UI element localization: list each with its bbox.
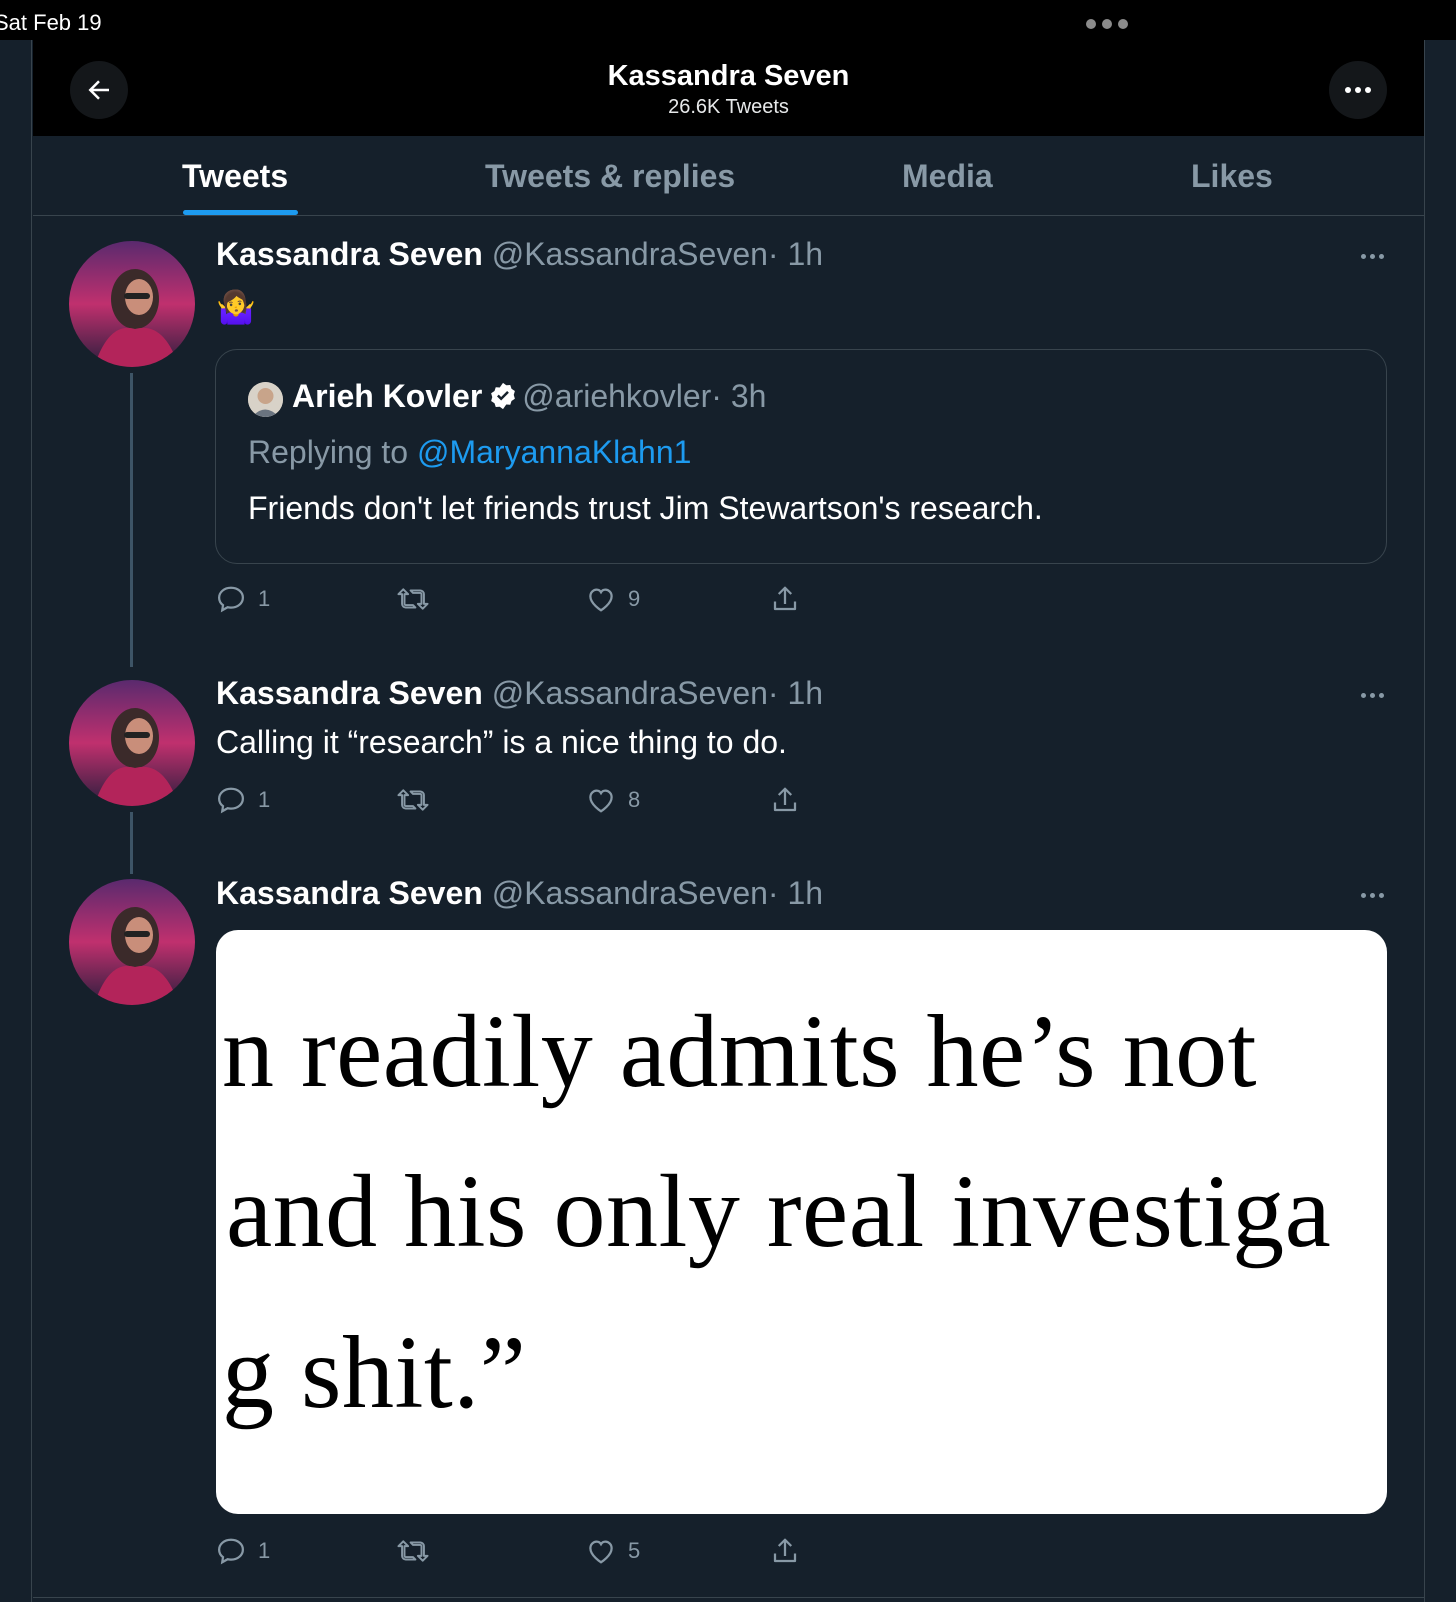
replying-to-mention[interactable]: @MaryannaKlahn1	[417, 434, 691, 470]
author-handle[interactable]: @KassandraSeven	[492, 875, 768, 911]
image-text-line: g shit.”	[222, 1315, 527, 1430]
tab-likes[interactable]: Likes	[1191, 158, 1273, 195]
reply-button[interactable]: 1	[216, 785, 270, 815]
more-icon	[1345, 87, 1371, 93]
profile-name-title: Kassandra Seven	[607, 60, 850, 92]
tweet-text: Calling it “research” is a nice thing to…	[216, 724, 787, 760]
author-handle[interactable]: @KassandraSeven	[492, 675, 768, 711]
tweet-header: Kassandra Seven @KassandraSeven· 1h	[216, 875, 823, 912]
divider	[33, 1597, 1424, 1598]
tab-tweets-replies[interactable]: Tweets & replies	[485, 158, 735, 195]
profile-page: Sat Feb 19 Kassandra Seven 26.6K Tweets …	[0, 0, 1456, 1602]
reply-count: 1	[258, 787, 271, 812]
share-icon	[773, 787, 797, 812]
share-button[interactable]	[770, 584, 800, 614]
share-icon	[773, 1538, 797, 1563]
avatar[interactable]	[69, 879, 195, 1005]
multitask-handle[interactable]	[1086, 19, 1128, 29]
left-gutter	[0, 0, 32, 1602]
quote-author-name: Arieh Kovler	[292, 378, 483, 414]
profile-header: Kassandra Seven 26.6K Tweets	[33, 40, 1424, 136]
reply-icon	[217, 787, 245, 814]
retweet-button[interactable]	[396, 584, 442, 614]
quote-avatar	[248, 382, 283, 417]
author-name[interactable]: Kassandra Seven	[216, 236, 483, 272]
tweet-time[interactable]: · 1h	[768, 236, 823, 272]
replying-to: Replying to @MaryannaKlahn1	[248, 434, 691, 471]
avatar[interactable]	[69, 241, 195, 367]
retweet-button[interactable]	[396, 785, 442, 815]
like-button[interactable]: 5	[586, 1536, 640, 1566]
quoted-tweet[interactable]: Arieh Kovler @ariehkovler· 3h Replying to…	[215, 349, 1387, 564]
quote-text: Friends don't let friends trust Jim Stew…	[248, 490, 1043, 526]
tweet-actions: 1 8	[216, 785, 816, 825]
like-count: 9	[628, 586, 641, 611]
image-text-line: n readily admits he’s not	[222, 994, 1257, 1109]
quote-header: Arieh Kovler @ariehkovler· 3h	[292, 378, 766, 415]
like-button[interactable]: 9	[586, 584, 640, 614]
author-name[interactable]: Kassandra Seven	[216, 675, 483, 711]
quote-author-handle: @ariehkovler	[522, 378, 712, 414]
image-text-line: and his only real investiga	[226, 1154, 1332, 1269]
reply-count: 1	[258, 586, 271, 611]
retweet-button[interactable]	[396, 1536, 442, 1566]
replying-to-label: Replying to	[248, 434, 417, 470]
status-time: Sat Feb 19	[0, 10, 102, 35]
tweet-actions: 1 9	[216, 584, 816, 624]
profile-tabs: Tweets Tweets & replies Media Likes	[33, 136, 1424, 216]
tweet-more-icon[interactable]	[1352, 685, 1392, 705]
reply-icon	[217, 1538, 245, 1565]
like-count: 5	[628, 1538, 641, 1563]
tweet-image[interactable]: n readily admits he’s not and his only r…	[216, 930, 1387, 1514]
share-icon	[773, 586, 797, 611]
share-button[interactable]	[770, 1536, 800, 1566]
tweet-more-icon[interactable]	[1352, 885, 1392, 905]
tweet-time[interactable]: · 1h	[768, 875, 823, 911]
tweet-header: Kassandra Seven @KassandraSeven· 1h	[216, 675, 823, 712]
right-gutter	[1424, 0, 1456, 1602]
more-options-button[interactable]	[1329, 61, 1387, 119]
retweet-icon	[397, 1540, 429, 1562]
reply-count: 1	[258, 1538, 271, 1563]
retweet-icon	[397, 588, 429, 610]
verified-badge-icon	[491, 382, 516, 410]
retweet-icon	[397, 789, 429, 811]
like-button[interactable]: 8	[586, 785, 640, 815]
tweet-time[interactable]: · 1h	[768, 675, 823, 711]
avatar[interactable]	[69, 680, 195, 806]
heart-icon	[589, 1540, 613, 1564]
tab-tweets[interactable]: Tweets	[182, 158, 288, 195]
active-tab-indicator	[183, 210, 298, 215]
tweet-text: 🤷‍♀️	[216, 289, 256, 325]
quote-time: · 3h	[711, 378, 767, 414]
thread-connector	[130, 373, 133, 667]
tweet-more-icon[interactable]	[1352, 246, 1392, 266]
tweet-header: Kassandra Seven @KassandraSeven· 1h	[216, 236, 823, 273]
tweet-actions: 1 5	[216, 1536, 816, 1576]
thread-connector	[130, 812, 133, 874]
share-button[interactable]	[770, 785, 800, 815]
like-count: 8	[628, 787, 641, 812]
heart-icon	[589, 789, 613, 813]
reply-icon	[217, 586, 245, 613]
reply-button[interactable]: 1	[216, 584, 270, 614]
heart-icon	[589, 588, 613, 612]
reply-button[interactable]: 1	[216, 1536, 270, 1566]
tweet-count: 26.6K Tweets	[668, 96, 789, 118]
author-handle[interactable]: @KassandraSeven	[492, 236, 768, 272]
status-bar: Sat Feb 19	[0, 0, 1456, 40]
author-name[interactable]: Kassandra Seven	[216, 875, 483, 911]
tab-media[interactable]: Media	[902, 158, 993, 195]
